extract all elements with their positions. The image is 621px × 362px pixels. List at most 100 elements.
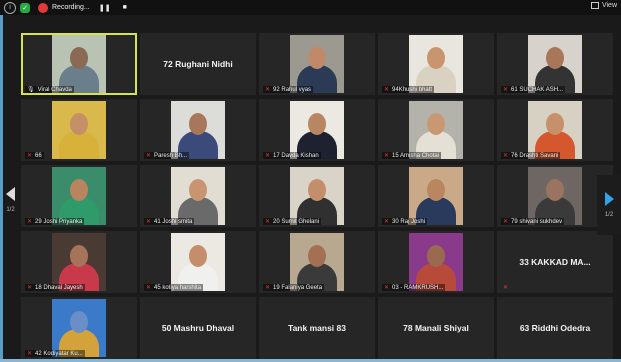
microphone-muted-icon: ✕ bbox=[27, 285, 33, 291]
participant-head bbox=[546, 179, 564, 201]
participant-name-label: ✕ 76 Drashti Savani bbox=[501, 152, 561, 159]
page-indicator-left: 1/2 bbox=[6, 207, 15, 213]
microphone-muted-icon: ✕ bbox=[146, 219, 152, 225]
participant-name-label: ✕ 19 Falaniya Geeta bbox=[263, 284, 325, 291]
pause-icon[interactable]: ❚❚ bbox=[99, 3, 111, 13]
participant-head bbox=[427, 179, 445, 201]
microphone-muted-icon: ✕ bbox=[265, 87, 271, 93]
info-icon[interactable]: i bbox=[4, 1, 16, 14]
participant-tile[interactable]: ✕ 18 Dhaval Jayesh bbox=[21, 231, 137, 293]
participant-video bbox=[528, 35, 582, 93]
participant-head bbox=[546, 113, 564, 135]
participant-tile[interactable]: ✕ 94Khushi bhatt bbox=[378, 33, 494, 95]
participant-name: 79 shivani sukhdev bbox=[511, 218, 563, 225]
participant-tile[interactable]: 72 Rughani Nidhi bbox=[140, 33, 256, 95]
participant-name: 20 Sumit Ghelani bbox=[273, 218, 320, 225]
participant-name-label: ✕ 15 Amisha Chotai bbox=[382, 152, 442, 159]
participant-tile[interactable]: ✕ 41 Joshi smita bbox=[140, 165, 256, 227]
participant-name: 18 Dhaval Jayesh bbox=[35, 284, 83, 291]
participant-name: Paresh Bh... bbox=[154, 152, 188, 159]
participant-tile[interactable]: ✕ 30 Raj Joshi bbox=[378, 165, 494, 227]
participant-video bbox=[409, 167, 463, 225]
participant-tile[interactable]: ✕ 03 - RAMKRUSH... bbox=[378, 231, 494, 293]
participant-name: 41 Joshi smita bbox=[154, 218, 193, 225]
participant-tile[interactable]: 63 Riddhi Odedra bbox=[497, 297, 613, 359]
participant-tile[interactable]: ✕ 15 Amisha Chotai bbox=[378, 99, 494, 161]
participant-head bbox=[427, 47, 445, 69]
participant-grid: 🎙 Viral Chavda 72 Rughani Nidhi ✕ 92 Rahul v… bbox=[21, 33, 614, 359]
participant-name: 72 Rughani Nidhi bbox=[163, 59, 233, 69]
participant-tile[interactable]: Tank mansi 83 bbox=[259, 297, 375, 359]
participant-name: 29 Joshi Priyanka bbox=[35, 218, 83, 225]
participant-head bbox=[189, 245, 207, 267]
participant-tile[interactable]: ✕ 92 Rahul vyas bbox=[259, 33, 375, 95]
participant-tile[interactable]: 50 Mashru Dhaval bbox=[140, 297, 256, 359]
participant-name: 33 KAKKAD MA... bbox=[519, 257, 591, 267]
participant-body bbox=[59, 131, 99, 159]
participant-name: 78 Manali Shiyal bbox=[403, 323, 469, 333]
participant-video bbox=[52, 233, 106, 291]
participant-name: Tank mansi 83 bbox=[288, 323, 346, 333]
participant-tile[interactable]: ✕ 42 Kodiyatar Ku... bbox=[21, 297, 137, 359]
microphone-muted-icon: ✕ bbox=[384, 153, 390, 159]
participant-name-label: ✕ 30 Raj Joshi bbox=[382, 218, 428, 225]
microphone-muted-icon: ✕ bbox=[27, 351, 33, 357]
participant-name-label: ✕ 03 - RAMKRUSH... bbox=[382, 284, 446, 291]
participant-name: 30 Raj Joshi bbox=[392, 218, 426, 225]
microphone-muted-icon: ✕ bbox=[265, 285, 271, 291]
participant-video bbox=[52, 35, 106, 93]
participant-tile[interactable]: ✕ 66 bbox=[21, 99, 137, 161]
previous-page-button[interactable]: 1/2 bbox=[0, 170, 21, 230]
view-button[interactable]: View bbox=[590, 2, 617, 9]
participant-video bbox=[290, 35, 344, 93]
recording-icon bbox=[38, 2, 48, 13]
microphone-muted-icon: ✕ bbox=[265, 219, 271, 225]
top-bar: i ✓ Recording... ❚❚ ■ View bbox=[0, 0, 621, 15]
microphone-muted-icon: ✕ bbox=[503, 285, 509, 291]
participant-video bbox=[290, 233, 344, 291]
participant-name-label: ✕ 29 Joshi Priyanka bbox=[25, 218, 85, 225]
participant-name-label: ✕ 66 bbox=[25, 152, 44, 159]
participant-video bbox=[528, 101, 582, 159]
participant-tile[interactable]: ✕ 20 Sumit Ghelani bbox=[259, 165, 375, 227]
microphone-muted-icon: ✕ bbox=[503, 87, 509, 93]
stop-icon[interactable]: ■ bbox=[120, 3, 130, 13]
participant-tile[interactable]: ✕ 61 SUCHAK ASH... bbox=[497, 33, 613, 95]
microphone-muted-icon: ✕ bbox=[384, 87, 390, 93]
participant-tile[interactable]: ✕ 17 Davda Kishan bbox=[259, 99, 375, 161]
microphone-muted-icon: ✕ bbox=[146, 153, 152, 159]
participant-video bbox=[52, 101, 106, 159]
participant-video bbox=[409, 35, 463, 93]
participant-head bbox=[70, 179, 88, 201]
participant-tile[interactable]: 78 Manali Shiyal bbox=[378, 297, 494, 359]
chevron-left-icon bbox=[6, 187, 15, 201]
participant-video bbox=[290, 167, 344, 225]
participant-name: 76 Drashti Savani bbox=[511, 152, 559, 159]
participant-tile[interactable]: ✕ 19 Falaniya Geeta bbox=[259, 231, 375, 293]
shield-icon[interactable]: ✓ bbox=[20, 2, 30, 13]
participant-tile[interactable]: ✕ 79 shivani sukhdev bbox=[497, 165, 613, 227]
participant-name: 03 - RAMKRUSH... bbox=[392, 284, 444, 291]
next-page-button[interactable]: 1/2 bbox=[597, 175, 621, 235]
participant-tile[interactable]: ✕ Paresh Bh... bbox=[140, 99, 256, 161]
participant-name: 15 Amisha Chotai bbox=[392, 152, 440, 159]
participant-video bbox=[528, 167, 582, 225]
participant-head bbox=[308, 245, 326, 267]
recording-label: Recording... bbox=[52, 4, 90, 11]
participant-name: 50 Mashru Dhaval bbox=[161, 323, 235, 333]
participant-head bbox=[427, 113, 445, 135]
participant-tile[interactable]: ✕ 76 Drashti Savani bbox=[497, 99, 613, 161]
participant-name-label: ✕ 61 SUCHAK ASH... bbox=[501, 86, 566, 93]
participant-tile[interactable]: 🎙 Viral Chavda bbox=[21, 33, 137, 95]
participant-head bbox=[189, 113, 207, 135]
participant-video bbox=[52, 167, 106, 225]
participant-video bbox=[52, 299, 106, 357]
participant-tile[interactable]: 33 KAKKAD MA... ✕ bbox=[497, 231, 613, 293]
participant-tile[interactable]: ✕ 29 Joshi Priyanka bbox=[21, 165, 137, 227]
participant-status: ✕ bbox=[501, 284, 510, 291]
participant-name: 42 Kodiyatar Ku... bbox=[35, 350, 83, 357]
participant-name-label: ✕ 18 Dhaval Jayesh bbox=[25, 284, 85, 291]
grid-view-icon bbox=[590, 2, 599, 9]
participant-tile[interactable]: ✕ 45 kotiya harshita bbox=[140, 231, 256, 293]
participant-name-label: ✕ Paresh Bh... bbox=[144, 152, 190, 159]
